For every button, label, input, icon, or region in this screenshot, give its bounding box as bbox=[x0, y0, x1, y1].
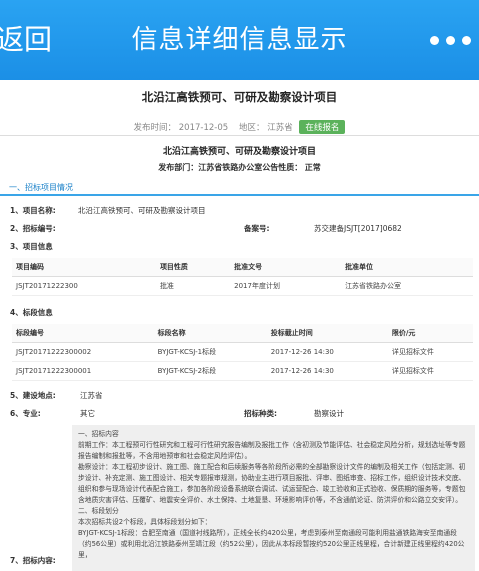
region-value: 江苏省 bbox=[267, 123, 293, 133]
table-cell: 2017年度计划 bbox=[230, 276, 342, 296]
column-header: 项目性质 bbox=[155, 258, 231, 277]
column-header: 投标截止时间 bbox=[266, 324, 388, 343]
column-header: 项目编码 bbox=[12, 258, 156, 277]
detail-page: 北沿江高铁预可、可研及勘察设计项目 发布时间： 2017-12-05 地区： 江… bbox=[0, 80, 479, 571]
content-line: 一、招标内容 bbox=[78, 430, 119, 438]
table-cell: BYJGT-KCSJ-2标段 bbox=[153, 361, 267, 381]
dept-value: 江苏省铁路办公室公告性质： bbox=[198, 163, 303, 172]
content-line: 前期工作：本工程预可行性研究和工程可行性研究报告编制及报批工作（含初测及节能评估… bbox=[78, 441, 466, 460]
column-header: 标段名称 bbox=[153, 324, 267, 343]
project-title: 北沿江高铁预可、可研及勘察设计项目 bbox=[141, 90, 338, 104]
notice-title: 北沿江高铁预可、可研及勘察设计项目 bbox=[162, 147, 316, 157]
table-cell: JSJT20171222300002 bbox=[12, 342, 154, 362]
page-title: 信息详细信息显示 bbox=[131, 25, 348, 55]
table-cell: JSJT20171222300 bbox=[12, 276, 156, 296]
table-cell: 批准 bbox=[155, 276, 231, 296]
online-register-button[interactable]: 在线报名 bbox=[299, 120, 346, 134]
table-cell: JSJT20171222300001 bbox=[12, 361, 154, 381]
record-label: 备案号: bbox=[244, 224, 270, 233]
field-label: 3、项目信息 bbox=[10, 242, 53, 251]
table-cell: 2017-12-26 14:30 bbox=[266, 342, 388, 362]
project-info-table: 项目编码 项目性质 批准文号 批准单位 JSJT20171222300 批准 2… bbox=[12, 258, 473, 296]
divider bbox=[0, 135, 479, 136]
tender-content: 一、招标内容 前期工作：本工程预可行性研究和工程可行性研究报告编制及报批工作（含… bbox=[72, 425, 475, 571]
table-cell: 江苏省铁路办公室 bbox=[341, 276, 473, 296]
field-value: 北沿江高铁预可、可研及勘察设计项目 bbox=[78, 206, 206, 215]
field-label: 6、专业: bbox=[10, 409, 41, 418]
top-nav-bar: 返回 信息详细信息显示 bbox=[0, 0, 479, 80]
table-row: JSJT20171222300 批准 2017年度计划 江苏省铁路办公室 bbox=[12, 276, 473, 296]
column-header: 批准文号 bbox=[230, 258, 342, 277]
dept-label: 发布部门： bbox=[158, 163, 199, 172]
content-line: BYJGT-KCSJ-1标段：合肥至南通（国道衬线路所），正线全长约420公里，… bbox=[78, 529, 465, 559]
section-info-table: 标段编号 标段名称 投标截止时间 限价/元 JSJT20171222300002… bbox=[12, 324, 473, 381]
nature-value: 正常 bbox=[304, 163, 321, 172]
type-value: 勘察设计 bbox=[314, 409, 344, 418]
column-header: 标段编号 bbox=[12, 324, 154, 343]
field-label: 7、招标内容: bbox=[10, 556, 56, 565]
meta-line: 发布时间： 2017-12-05 地区： 江苏省 在线报名 bbox=[0, 120, 479, 134]
field-label: 5、建设地点: bbox=[10, 391, 56, 400]
section-heading: 一、招标项目情况 bbox=[0, 181, 479, 196]
publish-label: 发布时间： bbox=[133, 123, 177, 133]
table-row[interactable]: JSJT20171222300001 BYJGT-KCSJ-2标段 2017-1… bbox=[12, 361, 473, 381]
table-header-row: 项目编码 项目性质 批准文号 批准单位 bbox=[12, 258, 473, 277]
column-header: 批准单位 bbox=[341, 258, 473, 277]
table-cell: 2017-12-26 14:30 bbox=[266, 361, 388, 381]
more-menu-icon[interactable] bbox=[430, 24, 471, 45]
content-line: 本次招标共设2个标段，具体标段划分如下： bbox=[78, 518, 212, 526]
table-row[interactable]: JSJT20171222300002 BYJGT-KCSJ-1标段 2017-1… bbox=[12, 342, 473, 362]
table-cell: BYJGT-KCSJ-1标段 bbox=[153, 342, 267, 362]
type-label: 招标种类: bbox=[244, 409, 277, 418]
field-label: 4、标段信息 bbox=[10, 308, 53, 317]
field-label: 2、招标编号: bbox=[10, 224, 56, 233]
publish-date: 2017-12-05 bbox=[178, 123, 229, 133]
notice-dept-line: 发布部门：江苏省铁路办公室公告性质： 正常 bbox=[0, 162, 479, 173]
table-cell: 详见招标文件 bbox=[387, 361, 473, 381]
field-value: 江苏省 bbox=[80, 391, 103, 400]
field-label: 1、项目名称: bbox=[10, 206, 56, 215]
field-value: 其它 bbox=[80, 409, 95, 418]
content-line: 勘察设计：本工程初步设计、施工图、施工配合和后续服务等各阶段所必需的全部勘察设计… bbox=[78, 463, 466, 504]
table-cell: 详见招标文件 bbox=[387, 342, 473, 362]
record-value: 苏交建备JSJT[2017]0682 bbox=[314, 224, 402, 233]
content-line: 二、标段划分 bbox=[78, 507, 119, 515]
region-label: 地区： bbox=[238, 123, 265, 133]
column-header: 限价/元 bbox=[387, 324, 473, 343]
table-header-row: 标段编号 标段名称 投标截止时间 限价/元 bbox=[12, 324, 473, 343]
